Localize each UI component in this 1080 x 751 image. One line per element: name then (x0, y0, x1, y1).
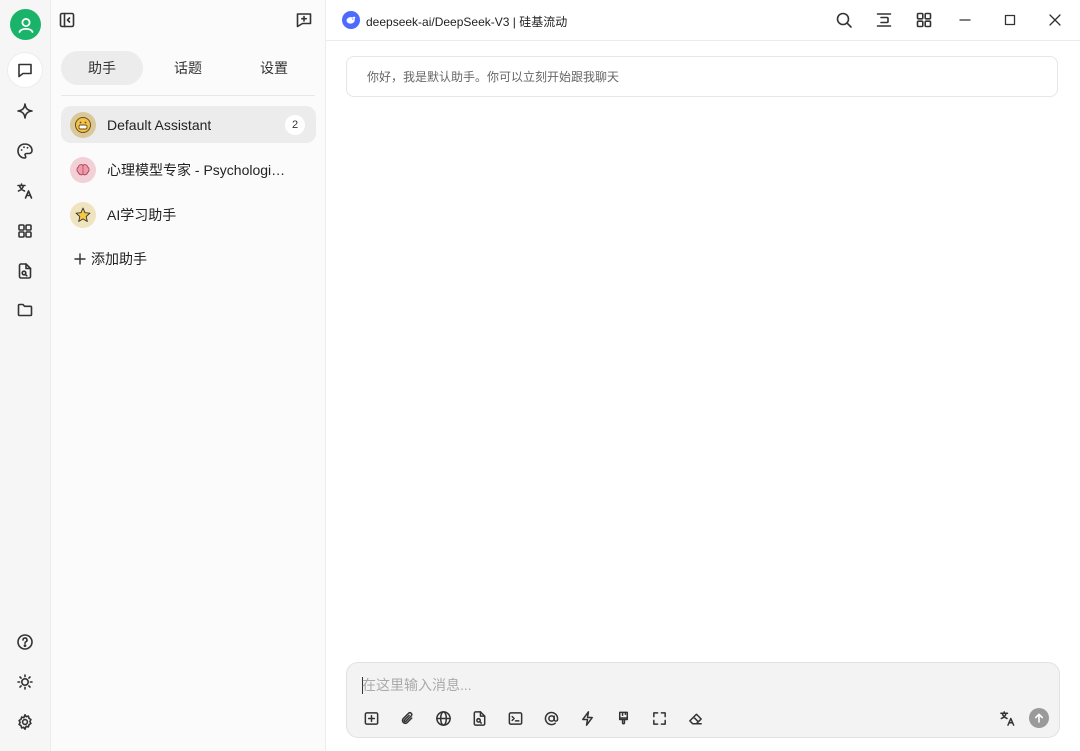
assistant-item-ai-learning[interactable]: AI学习助手 (61, 196, 316, 233)
welcome-message: 你好，我是默认助手。你可以立刻开始跟我聊天 (346, 56, 1058, 97)
theme-toggle-button[interactable] (8, 665, 42, 699)
files-nav-button[interactable] (8, 254, 42, 288)
apps-nav-button[interactable] (8, 214, 42, 248)
sidebar-tabs: 助手 话题 设置 (61, 51, 315, 85)
close-icon (1049, 14, 1061, 26)
fullscreen-tool[interactable] (649, 708, 669, 728)
eraser-icon (688, 712, 702, 724)
quick-phrases-tool[interactable] (577, 708, 597, 728)
translate-nav-button[interactable] (8, 174, 42, 208)
tab-settings[interactable]: 设置 (233, 51, 315, 85)
layout-toggle-button[interactable] (874, 10, 894, 30)
file-search-icon (473, 710, 485, 726)
paintings-nav-button[interactable] (8, 134, 42, 168)
attach-tool[interactable] (397, 708, 417, 728)
grid-icon (916, 12, 932, 28)
palette-icon (17, 143, 33, 159)
welcome-text: 你好，我是默认助手。你可以立刻开始跟我聊天 (367, 70, 620, 84)
assistant-item-default[interactable]: Default Assistant 2 (61, 106, 316, 143)
file-search-icon (18, 263, 32, 279)
terminal-tool[interactable] (505, 708, 525, 728)
assistant-item-psychology[interactable]: 心理模型专家 - Psychological Models Expert (61, 151, 316, 188)
globe-icon (435, 710, 451, 726)
new-topic-tool[interactable] (361, 708, 381, 728)
new-topic-icon (364, 711, 378, 725)
message-input[interactable] (362, 675, 962, 695)
user-avatar[interactable] (10, 9, 41, 40)
settings-button[interactable] (8, 705, 42, 739)
assistants-sidebar: 助手 话题 设置 Default Assistant 2 心理模型专家 - Ps… (51, 0, 326, 751)
model-selector[interactable]: deepseek-ai/DeepSeek-V3 | 硅基流动 (366, 13, 567, 30)
minimize-button[interactable] (955, 10, 975, 30)
terminal-icon (508, 711, 522, 725)
assistant-name: AI学习助手 (107, 206, 177, 223)
star-icon (70, 201, 96, 228)
brain-icon (70, 156, 96, 183)
chat-nav-button[interactable] (8, 53, 42, 87)
assistant-name: Default Assistant (107, 116, 212, 133)
new-topic-button[interactable] (294, 10, 314, 30)
close-button[interactable] (1045, 10, 1065, 30)
translate-icon (999, 710, 1014, 726)
tab-assistants[interactable]: 助手 (61, 51, 143, 85)
user-icon (18, 17, 33, 33)
minimize-icon (959, 19, 971, 21)
arrow-up-icon (1035, 713, 1043, 723)
translate-input-tool[interactable] (997, 708, 1017, 728)
chat-header: deepseek-ai/DeepSeek-V3 | 硅基流动 (326, 0, 1080, 41)
gear-icon (18, 714, 32, 730)
clear-style-tool[interactable] (613, 708, 633, 728)
folder-icon (17, 303, 33, 317)
search-icon (836, 12, 852, 28)
toggle-sidebar-button[interactable] (57, 10, 77, 30)
add-assistant-label: 添加助手 (91, 251, 147, 267)
tab-topics[interactable]: 话题 (147, 51, 229, 85)
folder-nav-button[interactable] (8, 293, 42, 327)
tabs-divider (61, 95, 315, 96)
knowledge-base-tool[interactable] (469, 708, 489, 728)
topic-count-badge: 2 (285, 115, 305, 135)
send-button[interactable] (1029, 708, 1049, 728)
deepseek-whale-icon[interactable] (342, 11, 360, 29)
nav-rail (0, 0, 51, 751)
lightning-icon (581, 710, 593, 726)
maximize-button[interactable] (1000, 10, 1020, 30)
message-composer (346, 662, 1060, 738)
expand-icon (652, 711, 666, 725)
sun-moon-icon (17, 674, 33, 690)
help-button[interactable] (8, 625, 42, 659)
sidebar-collapse-icon (59, 12, 75, 28)
apps-button[interactable] (914, 10, 934, 30)
add-assistant-button[interactable]: 添加助手 (73, 249, 147, 269)
sparkle-icon (17, 103, 33, 119)
paint-brush-icon (618, 711, 628, 724)
clear-context-tool[interactable] (685, 708, 705, 728)
layout-icon (876, 13, 892, 27)
agents-nav-button[interactable] (8, 94, 42, 128)
new-chat-icon (296, 13, 312, 28)
maximize-icon (1004, 14, 1016, 26)
mention-model-tool[interactable] (541, 708, 561, 728)
grinning-face-icon (70, 111, 96, 138)
apps-grid-icon (18, 224, 32, 238)
at-sign-icon (544, 711, 558, 725)
paperclip-icon (401, 711, 413, 724)
plus-icon (74, 253, 86, 265)
translate-icon (17, 183, 33, 199)
web-search-tool[interactable] (433, 708, 453, 728)
chat-bubble-icon (18, 63, 32, 78)
assistant-name: 心理模型专家 - Psychological Models Expert (107, 161, 292, 178)
search-button[interactable] (834, 10, 854, 30)
help-circle-icon (17, 634, 33, 650)
